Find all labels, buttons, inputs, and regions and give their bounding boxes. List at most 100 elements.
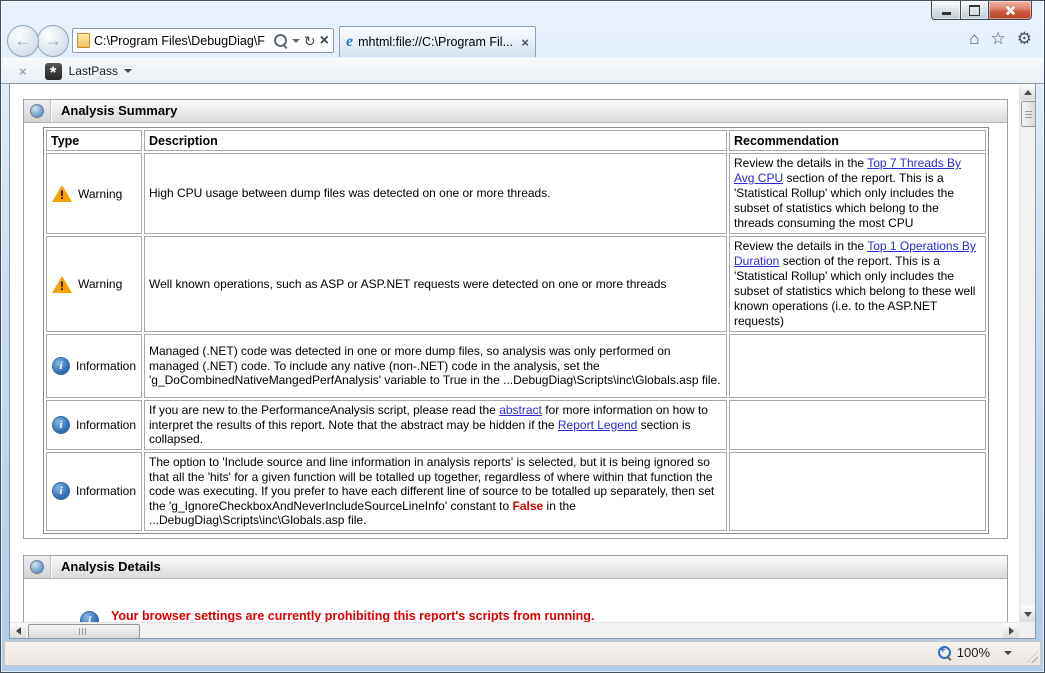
scrollbar-corner xyxy=(1019,622,1035,638)
section-title: Analysis Summary xyxy=(61,103,178,118)
page-file-icon xyxy=(77,33,90,48)
maximize-button[interactable] xyxy=(960,1,989,20)
lastpass-dropdown-icon[interactable] xyxy=(123,69,132,73)
information-icon xyxy=(52,415,70,434)
report-page: Analysis Summary Type Description Recomm… xyxy=(10,84,1019,622)
minimize-icon xyxy=(941,11,951,15)
summary-table-body: Warning High CPU usage between dump file… xyxy=(46,153,986,531)
arrow-left-icon xyxy=(15,626,21,635)
type-cell: Information xyxy=(46,334,142,398)
section-toggle-icon[interactable] xyxy=(30,104,44,118)
section-title: Analysis Details xyxy=(61,559,161,574)
table-row: Information The option to 'Include sourc… xyxy=(46,451,986,531)
maximize-icon xyxy=(969,4,980,16)
table-row: Warning Well known operations, such as A… xyxy=(46,236,986,332)
address-bar[interactable]: C:\Program Files\DebugDiag\F ↻ × xyxy=(72,28,334,53)
zoom-dropdown-icon[interactable] xyxy=(1004,650,1012,655)
back-button[interactable]: ← xyxy=(7,25,39,57)
browser-window: ← → C:\Program Files\DebugDiag\F ↻ × e m… xyxy=(0,0,1045,673)
script-warning-title: Your browser settings are currently proh… xyxy=(111,609,595,622)
tab-close-icon[interactable]: × xyxy=(521,35,529,50)
type-cell: Warning xyxy=(46,236,142,332)
recommendation-cell xyxy=(729,334,986,398)
analysis-summary-panel: Analysis Summary Type Description Recomm… xyxy=(23,99,1008,539)
title-bar[interactable] xyxy=(1,1,1044,23)
horizontal-scrollbar[interactable] xyxy=(10,622,1019,639)
warning-icon xyxy=(52,185,72,202)
section-toggle-icon[interactable] xyxy=(30,560,44,574)
zoom-magnifier-icon xyxy=(937,645,951,659)
warning-icon xyxy=(52,275,72,293)
browser-action-icons: ⌂ ☆ ⚙ xyxy=(969,29,1032,49)
address-dropdown-icon[interactable] xyxy=(291,38,300,43)
horizontal-scroll-thumb[interactable] xyxy=(28,624,140,639)
type-label: Warning xyxy=(78,277,123,291)
status-bar: 100% xyxy=(4,641,1041,666)
section-toggle-cell[interactable] xyxy=(24,100,51,122)
close-button[interactable] xyxy=(989,1,1032,20)
vertical-scrollbar[interactable] xyxy=(1019,84,1036,622)
window-controls xyxy=(931,1,1032,20)
favorites-star-icon[interactable]: ☆ xyxy=(991,29,1006,49)
type-label: Information xyxy=(76,417,137,432)
arrow-up-icon xyxy=(1023,89,1032,95)
zoom-control[interactable]: 100% xyxy=(937,645,1012,660)
settings-gear-icon[interactable]: ⚙ xyxy=(1017,29,1032,49)
page-content: Analysis Summary Type Description Recomm… xyxy=(9,83,1036,639)
minimize-button[interactable] xyxy=(931,1,960,20)
scroll-up-button[interactable] xyxy=(1020,84,1035,100)
resize-grip[interactable] xyxy=(1026,651,1038,663)
lastpass-toolbar: × * LastPass xyxy=(1,58,1044,84)
forward-arrow-icon: → xyxy=(44,31,62,50)
recommendation-cell xyxy=(729,451,986,531)
description-cell: If you are new to the PerformanceAnalysi… xyxy=(144,400,727,450)
section-toggle-cell[interactable] xyxy=(24,556,51,578)
zoom-level: 100% xyxy=(956,645,990,660)
forward-button[interactable]: → xyxy=(37,25,69,57)
script-warning: Your browser settings are currently proh… xyxy=(80,609,1007,622)
information-icon xyxy=(52,482,70,501)
back-arrow-icon: ← xyxy=(14,31,32,50)
column-header-type: Type xyxy=(46,130,142,151)
toolbar-close-icon[interactable]: × xyxy=(19,64,27,79)
search-icon[interactable] xyxy=(273,34,287,47)
type-cell: Information xyxy=(46,451,142,531)
recommendation-cell: Review the details in the Top 1 Operatio… xyxy=(729,236,986,332)
table-row: Warning High CPU usage between dump file… xyxy=(46,153,986,234)
scroll-down-button[interactable] xyxy=(1020,606,1035,622)
home-icon[interactable]: ⌂ xyxy=(969,29,979,49)
report-link[interactable]: Report Legend xyxy=(558,418,637,432)
close-icon xyxy=(1004,4,1016,16)
lastpass-icon[interactable]: * xyxy=(44,62,62,81)
description-cell: The option to 'Include source and line i… xyxy=(144,451,727,531)
lastpass-label[interactable]: LastPass xyxy=(69,64,118,78)
address-text[interactable]: C:\Program Files\DebugDiag\F xyxy=(94,34,270,48)
arrow-right-icon xyxy=(1008,626,1014,635)
description-cell: Well known operations, such as ASP or AS… xyxy=(144,236,727,332)
description-cell: Managed (.NET) code was detected in one … xyxy=(144,334,727,398)
analysis-summary-header: Analysis Summary xyxy=(24,100,1007,123)
arrow-down-icon xyxy=(1023,611,1032,617)
type-label: Warning xyxy=(78,186,123,201)
browser-tab[interactable]: e mhtml:file://C:\Program Fil... × xyxy=(339,26,536,57)
analysis-details-header: Analysis Details xyxy=(24,556,1007,579)
tab-title: mhtml:file://C:\Program Fil... xyxy=(358,35,513,49)
report-link[interactable]: abstract xyxy=(499,403,542,417)
type-cell: Warning xyxy=(46,153,142,234)
description-cell: High CPU usage between dump files was de… xyxy=(144,153,727,234)
analysis-details-panel: Analysis Details Your browser settings a… xyxy=(23,555,1008,622)
scroll-left-button[interactable] xyxy=(10,623,26,638)
column-header-recommendation: Recommendation xyxy=(729,130,986,151)
table-header-row: Type Description Recommendation xyxy=(46,130,986,151)
ie-logo-icon: e xyxy=(346,33,354,50)
recommendation-cell xyxy=(729,400,986,450)
stop-button[interactable]: × xyxy=(320,32,329,49)
refresh-button[interactable]: ↻ xyxy=(304,34,316,48)
recommendation-cell: Review the details in the Top 7 Threads … xyxy=(729,153,986,234)
table-row: Information Managed (.NET) code was dete… xyxy=(46,334,986,398)
vertical-scroll-thumb[interactable] xyxy=(1021,101,1036,127)
summary-table: Type Description Recommendation Warning … xyxy=(43,127,989,534)
column-header-description: Description xyxy=(144,130,727,151)
type-cell: Information xyxy=(46,400,142,450)
scroll-right-button[interactable] xyxy=(1003,623,1019,638)
